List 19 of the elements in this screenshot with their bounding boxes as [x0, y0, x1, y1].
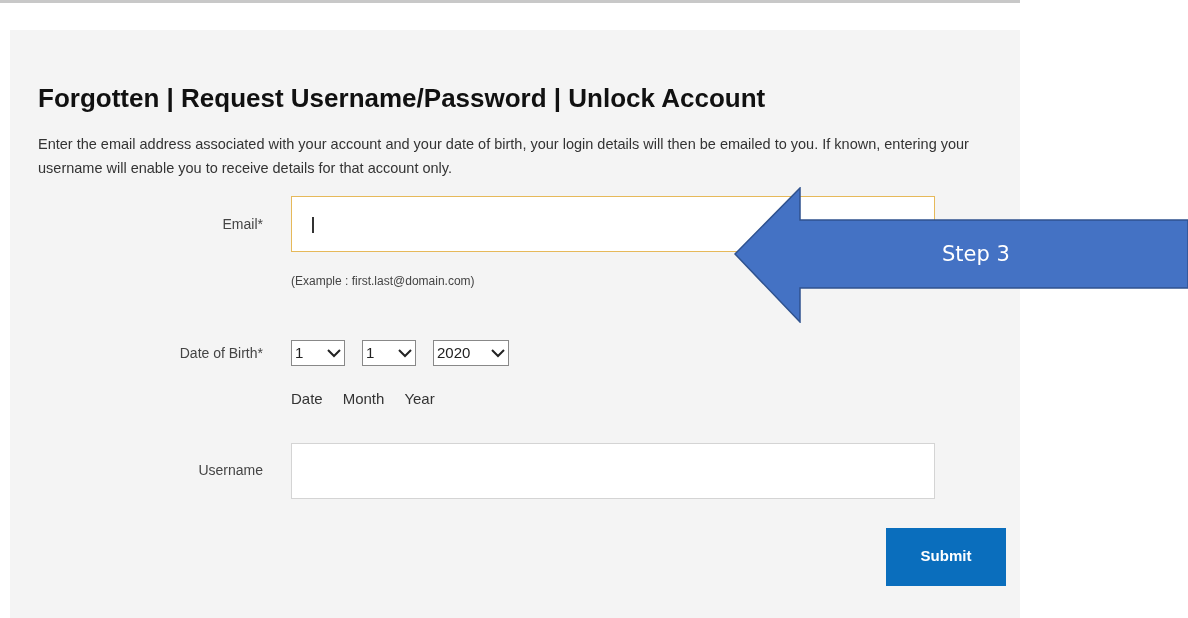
- username-field[interactable]: [291, 442, 935, 499]
- date-select[interactable]: 1: [291, 340, 345, 366]
- email-hint: (Example : first.last@domain.com): [291, 273, 475, 290]
- submit-button[interactable]: Submit: [886, 527, 1006, 586]
- date-select[interactable]: 1: [362, 340, 416, 366]
- date-part-caption: Year: [404, 389, 435, 409]
- chevron-down-icon: [398, 348, 412, 358]
- intro-text: Enter the email address associated with your account and your date of birth, your login details will then be emailed to you. If known, entering your username will enable you to receive details for that account only.: [38, 135, 970, 178]
- date-part-caption: Date: [291, 389, 323, 409]
- date-part-caption: Month: [342, 389, 385, 409]
- step-label: Step 3: [942, 241, 1010, 267]
- text-cursor: [312, 217, 314, 233]
- page-title: Forgotten | Request Username/Password | Unlock Account: [38, 82, 767, 114]
- email-label: Email*: [221, 214, 263, 234]
- chevron-down-icon: [327, 348, 341, 358]
- username-label: Username: [197, 461, 263, 480]
- chevron-down-icon: [491, 348, 505, 358]
- date-select[interactable]: 2020: [433, 340, 509, 366]
- date-of-birth-label: Date of Birth*: [178, 343, 263, 363]
